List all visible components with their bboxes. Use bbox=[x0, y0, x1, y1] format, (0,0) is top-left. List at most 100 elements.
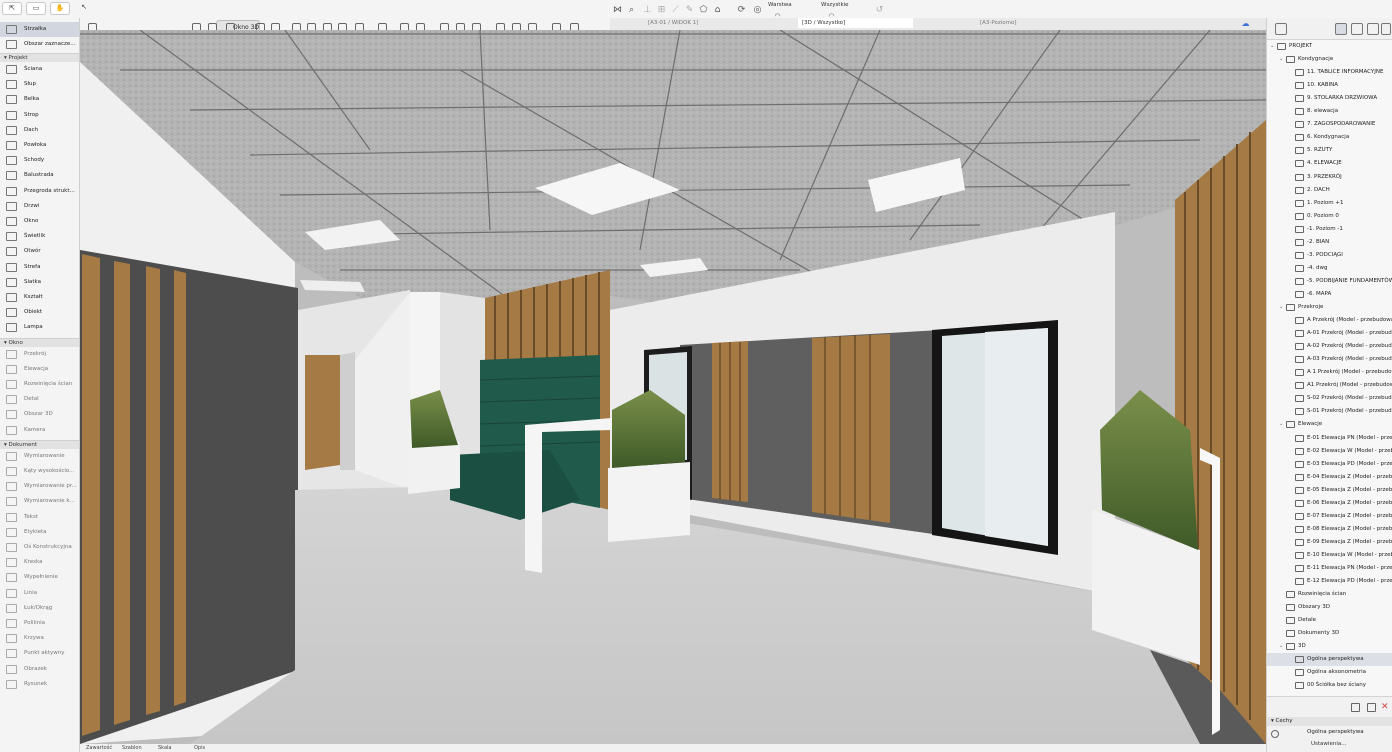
tool-arrow[interactable]: Strzałka bbox=[0, 22, 79, 37]
guide-icon[interactable]: ⊥ bbox=[642, 5, 653, 16]
tool-item[interactable]: Kamera bbox=[0, 423, 79, 438]
toolbox-section-header[interactable]: ▾ Projekt bbox=[0, 53, 79, 62]
tool-item[interactable]: Ściana bbox=[0, 62, 79, 77]
tree-node[interactable]: A-02 Przekrój (Model - przebudowa) bbox=[1267, 340, 1392, 353]
toolbox-section-header[interactable]: ▾ Dokument bbox=[0, 439, 79, 449]
tree-node[interactable]: Detale bbox=[1267, 614, 1392, 627]
layout-book-tab-icon[interactable] bbox=[1367, 23, 1379, 35]
tree-node[interactable]: Ogólna aksonometria bbox=[1267, 666, 1392, 679]
tool-item[interactable]: Kreska bbox=[0, 555, 79, 570]
tree-node[interactable]: 0. Poziom 0 bbox=[1267, 210, 1392, 223]
tool-item[interactable]: Kształt bbox=[0, 290, 79, 305]
tree-node[interactable]: 10. KABINA bbox=[1267, 79, 1392, 92]
shape-icon[interactable]: ⬠ bbox=[698, 5, 709, 16]
tool-item[interactable]: Punkt aktywny bbox=[0, 646, 79, 661]
tool-item[interactable]: Strefa bbox=[0, 260, 79, 275]
cube-icon[interactable]: ⌂ bbox=[712, 5, 723, 16]
tool-item[interactable]: Belka bbox=[0, 92, 79, 107]
tab-plan-view[interactable]: [A3-01 / WIDOK 1] bbox=[648, 18, 758, 28]
tree-node[interactable]: A-01 Przekrój (Model - przebudowa) bbox=[1267, 327, 1392, 340]
grid-icon[interactable]: ⊞ bbox=[656, 5, 667, 16]
tree-node[interactable]: E-02 Elewacja W (Model - przebudowa) bbox=[1267, 445, 1392, 458]
tool-item[interactable]: Wymiarowanie pr... bbox=[0, 479, 79, 494]
tree-node[interactable]: S-02 Przekrój (Model - przebudowa) bbox=[1267, 392, 1392, 405]
delete-icon[interactable]: ✕ bbox=[1381, 703, 1390, 712]
tool-item[interactable]: Dach bbox=[0, 123, 79, 138]
chevron-down-icon[interactable]: ⌄ bbox=[1279, 640, 1283, 653]
view-map-tab-icon[interactable] bbox=[1351, 23, 1363, 35]
status-item[interactable]: Szablon bbox=[122, 744, 142, 752]
tree-node[interactable]: S-01 Przekrój (Model - przebudowa) bbox=[1267, 405, 1392, 418]
tree-node[interactable]: Dokumenty 3D bbox=[1267, 627, 1392, 640]
toolbox-section-header[interactable]: ▾ Okno bbox=[0, 337, 79, 347]
tool-item[interactable]: Etykieta bbox=[0, 525, 79, 540]
tool-item[interactable]: Elewacja bbox=[0, 362, 79, 377]
tree-node[interactable]: Ogólna perspektywa bbox=[1267, 653, 1392, 667]
status-item[interactable]: Opis bbox=[194, 744, 205, 752]
tree-node[interactable]: E-11 Elewacja PN (Model - przebudowa) bbox=[1267, 562, 1392, 575]
tree-node[interactable]: ⌄ 3D bbox=[1267, 640, 1392, 653]
tool-marquee[interactable]: Obszar zaznacze... bbox=[0, 37, 79, 52]
tool-item[interactable]: Otwór bbox=[0, 244, 79, 259]
explore-icon[interactable]: ◎ bbox=[752, 5, 763, 16]
snap-icon[interactable]: ⋈ bbox=[612, 5, 623, 16]
tree-node[interactable]: 1. Poziom +1 bbox=[1267, 197, 1392, 210]
tool-item[interactable]: Balustrada bbox=[0, 168, 79, 183]
tree-node[interactable]: -4. dwg bbox=[1267, 262, 1392, 275]
tree-node[interactable]: E-04 Elewacja Z (Model - przebudowa) bbox=[1267, 471, 1392, 484]
chevron-down-icon[interactable]: ⌄ bbox=[1279, 301, 1283, 314]
tree-node[interactable]: E-08 Elewacja Z (Model - przebudowa) bbox=[1267, 523, 1392, 536]
tree-node[interactable]: A1 Przekrój (Model - przebudowa) bbox=[1267, 379, 1392, 392]
tool-item[interactable]: Świetlik bbox=[0, 229, 79, 244]
eye-icon[interactable]: ◠ bbox=[772, 11, 783, 22]
tool-item[interactable]: Obszar 3D bbox=[0, 407, 79, 422]
tree-node[interactable]: ⌄ Kondygnacje bbox=[1267, 53, 1392, 66]
clone-icon[interactable] bbox=[1367, 703, 1376, 712]
tab-3d-view[interactable]: [3D / Wszystko] bbox=[798, 18, 913, 28]
chevron-down-icon[interactable]: ▾ bbox=[1271, 718, 1274, 724]
tree-node[interactable]: E-03 Elewacja PD (Model - przebudowa) bbox=[1267, 458, 1392, 471]
project-map-tab-icon[interactable] bbox=[1335, 23, 1347, 35]
chevron-down-icon[interactable]: ⌄ bbox=[1270, 40, 1274, 53]
tree-node[interactable]: E-10 Elewacja W (Model - przebudowa) bbox=[1267, 549, 1392, 562]
tool-item[interactable]: Oś Konstrukcyjna bbox=[0, 540, 79, 555]
tool-item[interactable]: Powłoka bbox=[0, 138, 79, 153]
tree-node[interactable]: E-05 Elewacja Z (Model - przebudowa) bbox=[1267, 484, 1392, 497]
tool-item[interactable]: Rysunek bbox=[0, 677, 79, 692]
tree-node[interactable]: E-07 Elewacja Z (Model - przebudowa) bbox=[1267, 510, 1392, 523]
tree-node[interactable]: -3. PODCIĄGI bbox=[1267, 249, 1392, 262]
tool-item[interactable]: Schody bbox=[0, 153, 79, 168]
tree-node[interactable]: 5. RZUTY bbox=[1267, 144, 1392, 157]
ruler-icon[interactable]: ⟋ bbox=[670, 5, 681, 16]
tool-item[interactable]: Krzywa bbox=[0, 631, 79, 646]
tree-node[interactable]: Rozwinięcia ścian bbox=[1267, 588, 1392, 601]
magnifier-icon[interactable]: ⌕ bbox=[626, 5, 637, 16]
cursor-icon[interactable]: ↖ bbox=[74, 2, 94, 15]
tree-node[interactable]: -2. BIAN bbox=[1267, 236, 1392, 249]
tree-node[interactable]: A-03 Przekrój (Model - przebudowa) bbox=[1267, 353, 1392, 366]
tree-node[interactable]: ⌄ Przekroje bbox=[1267, 301, 1392, 314]
tree-node[interactable]: 2. DACH bbox=[1267, 184, 1392, 197]
tree-node[interactable]: 7. ZAGOSPODAROWANIE bbox=[1267, 118, 1392, 131]
tool-item[interactable]: Kąty wysokościo... bbox=[0, 464, 79, 479]
tree-node[interactable]: -6. MAPA bbox=[1267, 288, 1392, 301]
tree-node[interactable]: ⌄ PROJEKT bbox=[1267, 40, 1392, 53]
tool-item[interactable]: Detal bbox=[0, 392, 79, 407]
pen-icon[interactable]: ✎ bbox=[684, 5, 695, 16]
publisher-tab-icon[interactable] bbox=[1381, 23, 1391, 35]
marquee-tool-button[interactable]: ▭ bbox=[26, 2, 46, 15]
tool-item[interactable]: Lampa bbox=[0, 320, 79, 335]
tool-item[interactable]: Drzwi bbox=[0, 199, 79, 214]
tool-item[interactable]: Wypełnienie bbox=[0, 570, 79, 585]
tree-node[interactable]: Obszary 3D bbox=[1267, 601, 1392, 614]
pointer-tool-button[interactable]: ⇱ bbox=[2, 2, 22, 15]
tree-node[interactable]: 4. ELEWACJE bbox=[1267, 157, 1392, 170]
tree-node[interactable]: 11. TABLICE INFORMACYJNE bbox=[1267, 66, 1392, 79]
tree-node[interactable]: -5. PODBIJANIE FUNDAMENTÓW bbox=[1267, 275, 1392, 288]
tree-node[interactable]: 3. PRZEKRÓJ bbox=[1267, 171, 1392, 184]
tool-item[interactable]: Wymiarowanie k... bbox=[0, 494, 79, 509]
tool-item[interactable]: Łuk/Okrąg bbox=[0, 601, 79, 616]
tool-item[interactable]: Polilinia bbox=[0, 616, 79, 631]
navigator-back-icon[interactable] bbox=[1275, 23, 1287, 35]
tool-item[interactable]: Rozwinięcia ścian bbox=[0, 377, 79, 392]
